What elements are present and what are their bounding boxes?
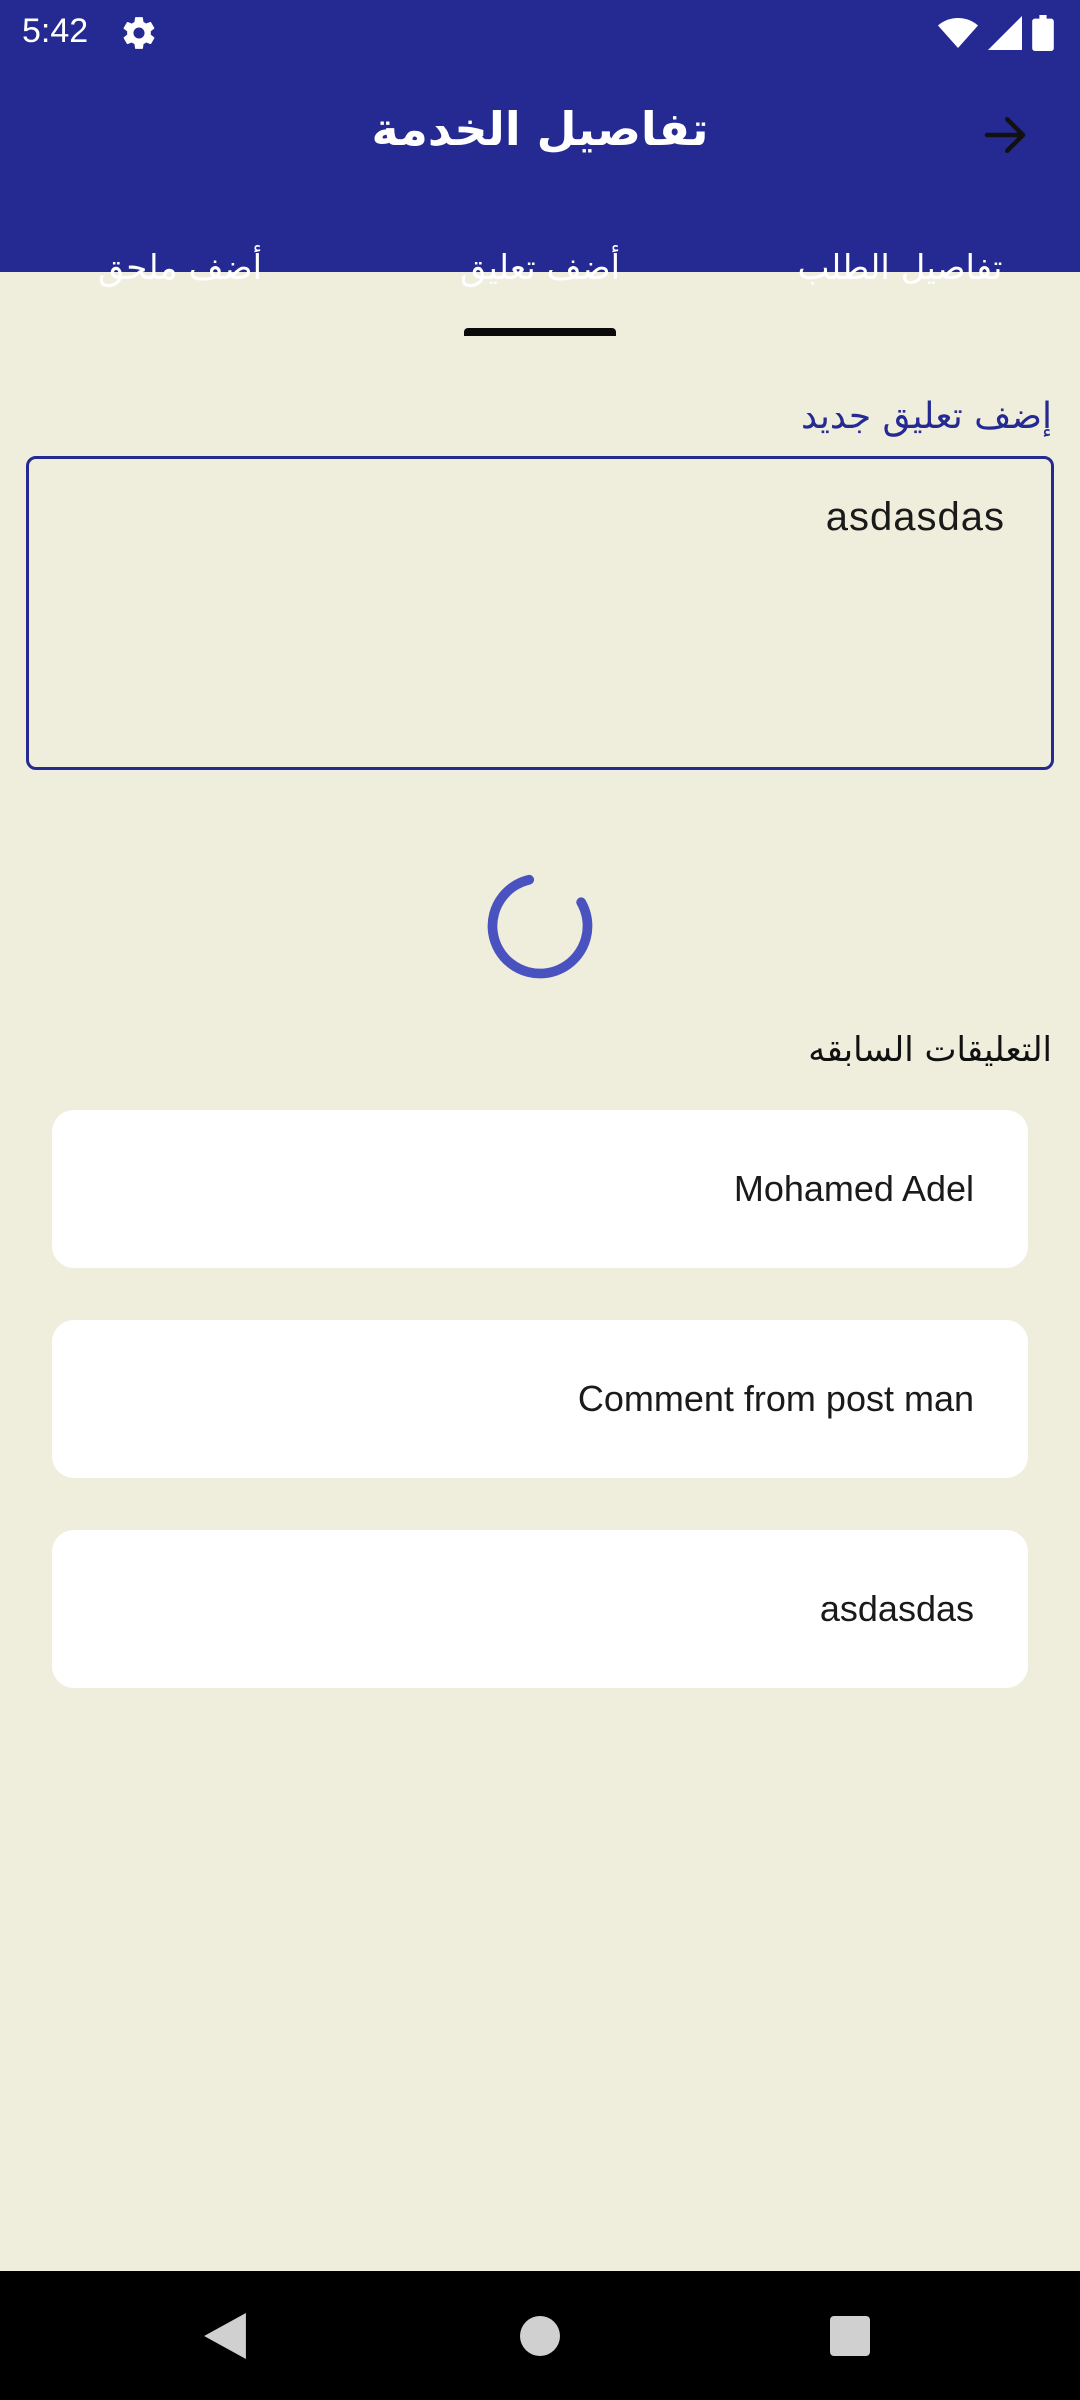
comment-card: Mohamed Adel [52, 1110, 1028, 1268]
nav-back-icon[interactable] [204, 2313, 246, 2359]
comment-card: Comment from post man [52, 1320, 1028, 1478]
status-time: 5:42 [22, 12, 89, 50]
system-nav-bar [0, 2271, 1080, 2400]
comment-text: Comment from post man [577, 1378, 974, 1419]
loading-spinner-icon [487, 873, 593, 979]
nav-home-icon[interactable] [520, 2316, 560, 2356]
cellular-signal-icon [988, 16, 1022, 50]
app-bar: تفاصيل الخدمة تفاصيل الطلب أضف تعليق أضف… [0, 64, 1080, 336]
wifi-icon [938, 18, 978, 48]
page-title: تفاصيل الخدمة [371, 102, 709, 156]
comment-input[interactable]: asdasdas [26, 456, 1054, 770]
nav-recents-icon[interactable] [830, 2316, 870, 2356]
main-content: إضف تعليق جديد asdasdas التعليقات السابق… [0, 272, 1080, 2271]
comment-text: asdasdas [819, 1588, 974, 1629]
comment-text: Mohamed Adel [733, 1168, 974, 1209]
status-bar: 5:42 [0, 0, 1080, 64]
settings-gear-icon [123, 17, 155, 49]
previous-comments-title: التعليقات السابقه [808, 1030, 1052, 1070]
back-arrow-icon[interactable] [978, 108, 1032, 162]
comment-card: asdasdas [52, 1530, 1028, 1688]
status-icons [938, 14, 1054, 52]
new-comment-label: إضف تعليق جديد [801, 396, 1052, 437]
battery-icon [1032, 15, 1054, 51]
